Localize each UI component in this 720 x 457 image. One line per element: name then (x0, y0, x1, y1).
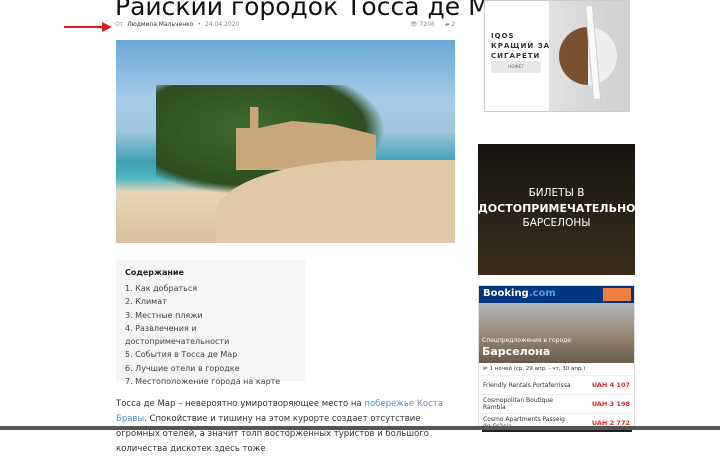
booking-logo[interactable]: Booking.com (479, 286, 634, 303)
ad-button[interactable]: НОЖЕТ (491, 61, 541, 73)
comments-count[interactable]: ▰ 2 (445, 21, 455, 28)
date: 24.04.2020 (205, 21, 240, 28)
toc-item[interactable]: 6. Лучшие отели в городке (125, 362, 296, 375)
bed-icon: ⊭ (483, 366, 488, 372)
toc-item[interactable]: 4. Развлечения и достопримечательности (125, 322, 296, 349)
article-meta: От Людмила Мальченко • 24.04.2020 (115, 21, 240, 28)
eye-icon: 👁 (410, 21, 418, 28)
nights-info: ⊭ 1 ночей (ср, 29 апр. - чт, 30 апр.) (483, 366, 586, 372)
hero-image (116, 40, 455, 243)
toc-item[interactable]: 3. Местные пляжи (125, 309, 296, 322)
table-of-contents: Содержание 1. Как добраться 2. Климат 3.… (116, 260, 305, 386)
page-title: Райский городок Тосса де Мар (115, 0, 521, 21)
toc-item[interactable]: 5. События в Тосса де Мар (125, 348, 296, 361)
city-photo[interactable]: Спецпредложения в городе Барселона (479, 303, 634, 363)
toc-heading: Содержание (125, 268, 184, 277)
bottom-bar (0, 426, 720, 430)
iqos-ad[interactable]: IQOS КРАЩИЙ ЗА СИГАРЕТИ НОЖЕТ (484, 0, 630, 112)
booking-menu-icon[interactable] (603, 288, 631, 301)
red-arrow-annotation (64, 22, 112, 32)
barcelona-tickets-ad[interactable]: БИЛЕТЫ В ДОСТОПРИМЕЧАТЕЛЬНОСТИ БАРСЕЛОНЫ (478, 144, 660, 275)
article-stats: 👁 7206 ▰ 2 (410, 21, 455, 28)
toc-item[interactable]: 2. Климат (125, 295, 296, 308)
booking-widget: Booking.com Спецпредложения в городе Барс… (478, 285, 635, 432)
views-count: 👁 7206 (410, 21, 435, 28)
author-link[interactable]: Людмила Мальченко (127, 21, 193, 28)
hotel-row[interactable]: Cosmopolitan Boutique Rambla UAH 3 198 (479, 394, 634, 413)
by-label: От (115, 21, 124, 28)
hotel-row[interactable]: Friendly Rentals Portaferrissa UAH 4 107 (479, 375, 634, 394)
comment-icon: ▰ (444, 21, 450, 28)
toc-item[interactable]: 7. Местоположение города на карте (125, 375, 296, 388)
toc-item[interactable]: 1. Как добраться (125, 282, 296, 295)
